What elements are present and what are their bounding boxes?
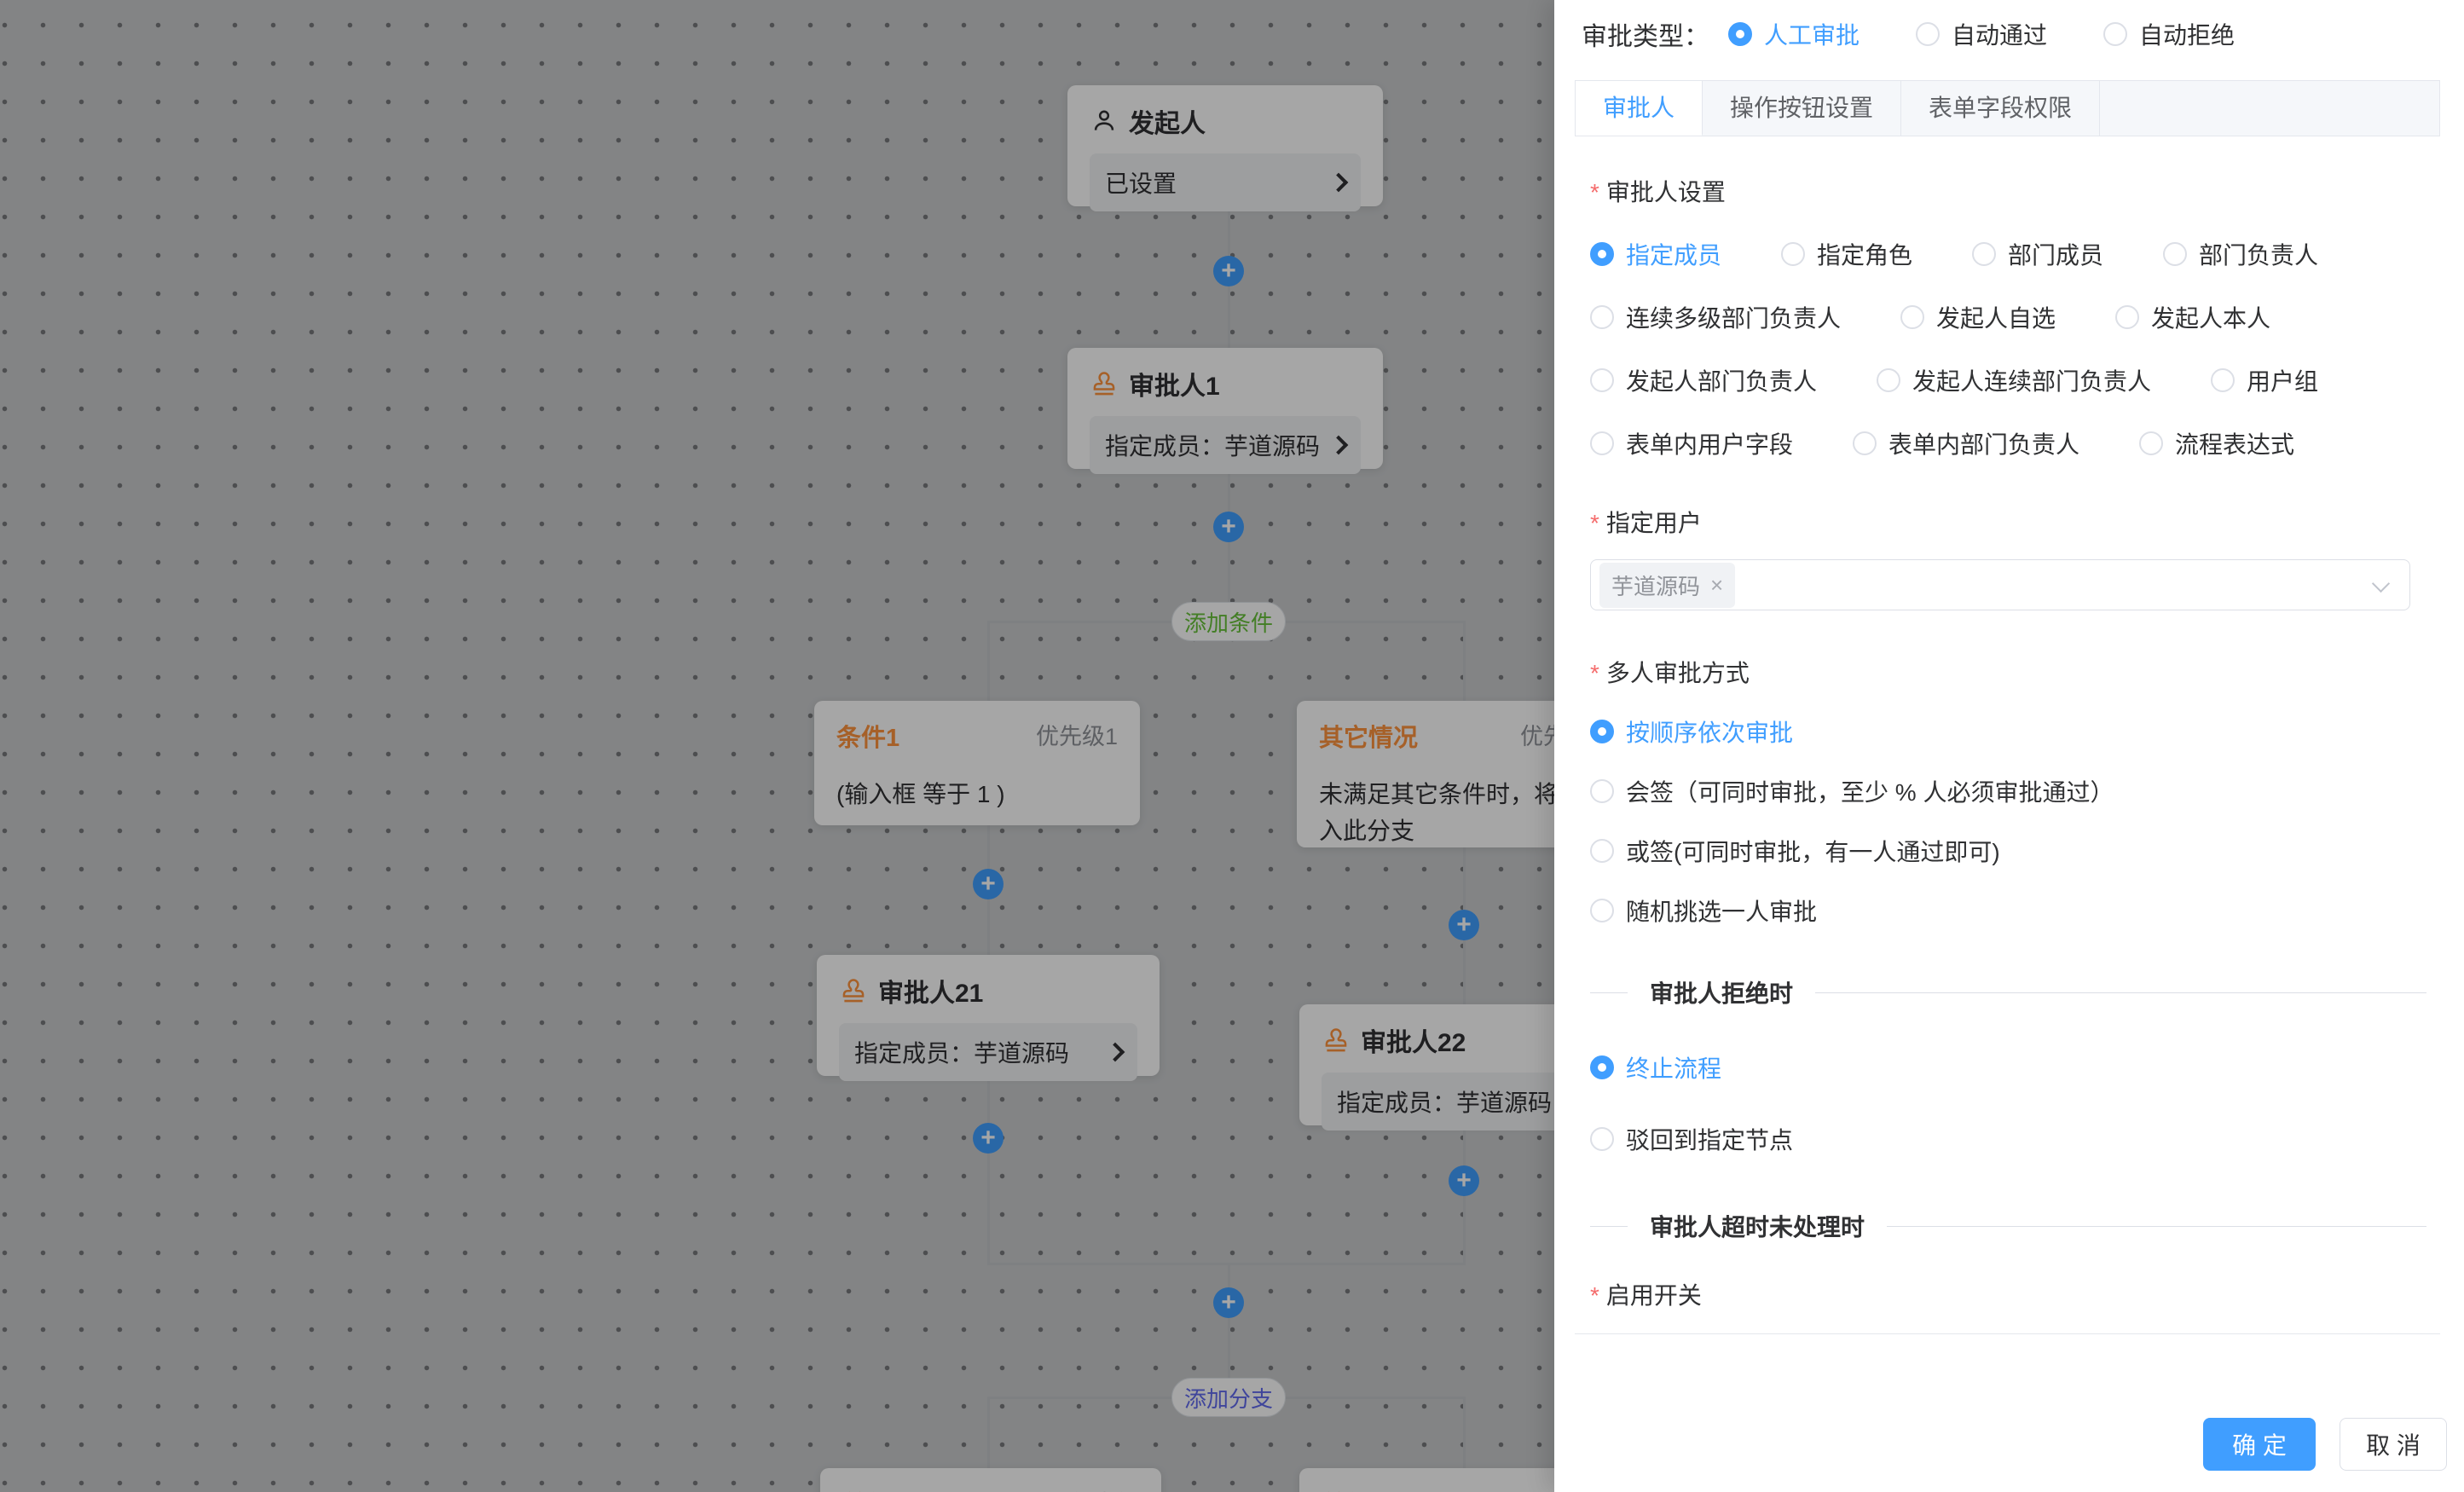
radio-icon (2139, 431, 2163, 455)
radio-dept-leader[interactable]: 部门负责人 (2163, 237, 2318, 271)
radio-approval-type-auto-approve[interactable]: 自动通过 (1916, 17, 2047, 51)
radio-icon (1590, 242, 1614, 266)
reject-section-title: 审批人拒绝时 (1650, 975, 1793, 1009)
radio-sequential-approve[interactable]: 按顺序依次审批 (1590, 714, 2426, 749)
radio-icon (1590, 431, 1614, 455)
radio-return-to-node[interactable]: 驳回到指定节点 (1590, 1122, 2426, 1156)
radio-approval-type-manual[interactable]: 人工审批 (1728, 17, 1860, 51)
radio-icon (1590, 839, 1614, 863)
tab-bar: 审批人 操作按钮设置 表单字段权限 (1575, 80, 2440, 136)
approver-setting-row2: 连续多级部门负责人 发起人自选 发起人本人 (1590, 300, 2426, 334)
radio-multi-level-dept-leader[interactable]: 连续多级部门负责人 (1590, 300, 1841, 334)
approver-setting-row1: 指定成员 指定角色 部门成员 部门负责人 (1590, 237, 2426, 271)
assign-user-select[interactable]: 芋道源码 × (1590, 559, 2410, 610)
radio-icon (1900, 305, 1924, 329)
radio-initiator-self[interactable]: 发起人本人 (2115, 300, 2270, 334)
radio-terminate-process[interactable]: 终止流程 (1590, 1050, 2426, 1084)
radio-icon (2211, 368, 2235, 392)
radio-form-dept-leader[interactable]: 表单内部门负责人 (1853, 426, 2079, 460)
radio-orsign[interactable]: 或签(可同时审批，有一人通过即可) (1590, 834, 2426, 868)
radio-form-user-field[interactable]: 表单内用户字段 (1590, 426, 1793, 460)
assign-user-label: 指定用户 (1590, 505, 2426, 539)
approver-setting-row4: 表单内用户字段 表单内部门负责人 流程表达式 (1590, 426, 2426, 460)
radio-initiator-dept-leader[interactable]: 发起人部门负责人 (1590, 363, 1817, 397)
radio-icon (1590, 899, 1614, 922)
radio-icon (2163, 242, 2187, 266)
radio-user-group[interactable]: 用户组 (2211, 363, 2318, 397)
radio-icon (1916, 22, 1940, 46)
radio-approval-type-auto-reject[interactable]: 自动拒绝 (2103, 17, 2235, 51)
radio-initiator-choose[interactable]: 发起人自选 (1900, 300, 2056, 334)
reject-section-divider: 审批人拒绝时 (1590, 975, 2426, 1009)
radio-process-expression[interactable]: 流程表达式 (2139, 426, 2294, 460)
approval-flow-designer: 发起人 已设置 + 审批人1 指定成员：芋道源码 + 添加条件 (0, 0, 2464, 1492)
approver-setting-row3: 发起人部门负责人 发起人连续部门负责人 用户组 (1590, 363, 2426, 397)
approval-type-label: 审批类型： (1582, 15, 1709, 53)
radio-icon (2115, 305, 2139, 329)
radio-icon (1877, 368, 1900, 392)
radio-icon (1590, 1055, 1614, 1079)
tag-close-icon[interactable]: × (1710, 572, 1723, 599)
radio-icon (1728, 22, 1752, 46)
cancel-button[interactable]: 取 消 (2340, 1418, 2447, 1471)
user-tag-label: 芋道源码 (1611, 570, 1700, 601)
tab-approver[interactable]: 审批人 (1576, 81, 1703, 136)
radio-icon (2103, 22, 2127, 46)
approver-config-drawer: 审批类型： 人工审批 自动通过 自动拒绝 审批人 操作按钮设置 表单字段权限 审… (1554, 0, 2464, 1492)
radio-icon (1590, 368, 1614, 392)
radio-icon (1853, 431, 1877, 455)
user-tag[interactable]: 芋道源码 × (1599, 563, 1735, 608)
drawer-footer: 确 定 取 消 (2203, 1418, 2447, 1471)
approver-setting-label: 审批人设置 (1590, 174, 2426, 208)
multi-approve-mode-label: 多人审批方式 (1590, 655, 2426, 689)
radio-specified-role[interactable]: 指定角色 (1781, 237, 1912, 271)
radio-icon (1590, 305, 1614, 329)
confirm-button[interactable]: 确 定 (2203, 1418, 2316, 1471)
config-tabs-card: 审批人 操作按钮设置 表单字段权限 审批人设置 指定成员 指定角色 (1575, 80, 2440, 1334)
radio-dept-member[interactable]: 部门成员 (1972, 237, 2103, 271)
tab-body-scroll-area[interactable]: 审批人设置 指定成员 指定角色 部门成员 (1575, 136, 2440, 1333)
radio-icon (1972, 242, 1996, 266)
radio-icon (1590, 720, 1614, 743)
radio-specified-member[interactable]: 指定成员 (1590, 237, 1721, 271)
radio-icon (1590, 779, 1614, 803)
enable-switch-label: 启用开关 (1590, 1277, 2426, 1311)
radio-icon (1781, 242, 1805, 266)
timeout-section-title: 审批人超时未处理时 (1650, 1209, 1865, 1243)
tab-button-settings[interactable]: 操作按钮设置 (1703, 81, 1901, 136)
timeout-section-divider: 审批人超时未处理时 (1590, 1209, 2426, 1243)
radio-random-one[interactable]: 随机挑选一人审批 (1590, 893, 2426, 928)
radio-countersign[interactable]: 会签（可同时审批，至少 % 人必须审批通过） (1590, 774, 2426, 808)
radio-icon (1590, 1127, 1614, 1151)
tab-form-field-permissions[interactable]: 表单字段权限 (1901, 81, 2100, 136)
approval-type-row: 审批类型： 人工审批 自动通过 自动拒绝 (1554, 0, 2464, 55)
radio-initiator-multi-dept-leader[interactable]: 发起人连续部门负责人 (1877, 363, 2151, 397)
chevron-down-icon (2372, 575, 2390, 593)
